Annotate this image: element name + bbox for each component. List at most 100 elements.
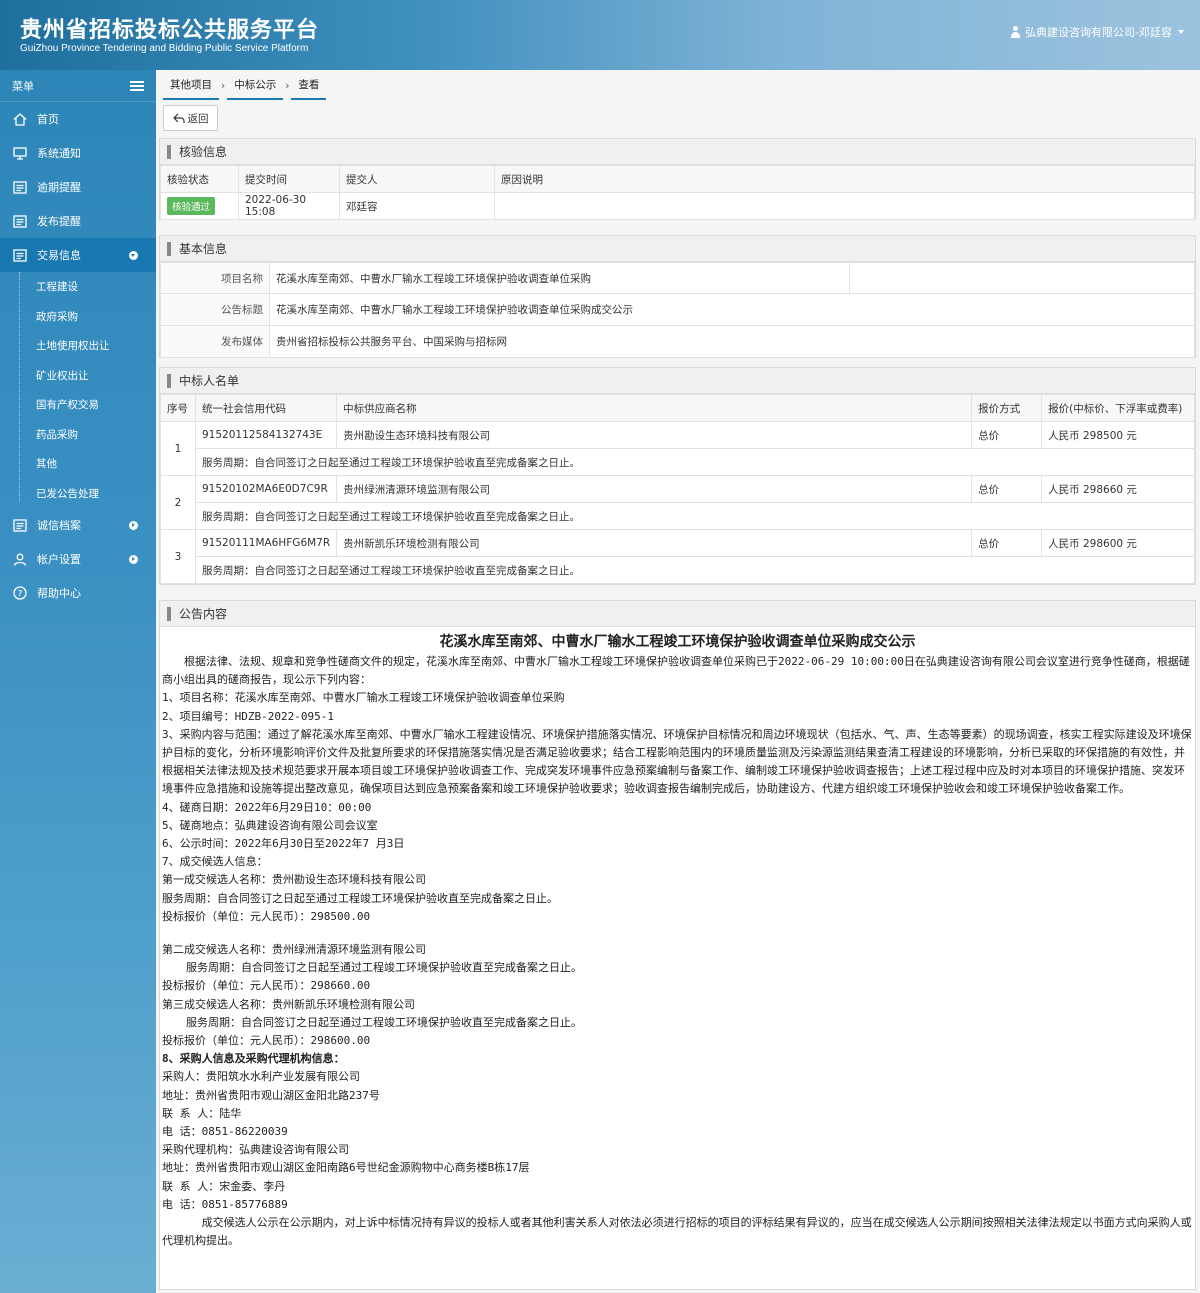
panel-title: 核验信息 (179, 145, 228, 159)
list-icon (12, 248, 28, 262)
sidebar-item-label: 逾期提醒 (37, 181, 81, 194)
notice-heading: 花溪水库至南郊、中曹水厂输水工程竣工环境保护验收调查单位采购成交公示 (439, 634, 916, 650)
submenu-item-drug[interactable]: 药品采购 (20, 420, 156, 450)
breadcrumb-separator: › (221, 80, 226, 92)
column-header: 提交时间 (238, 165, 340, 193)
basic-info-table: 项目名称 花溪水库至南郊、中曹水厂输水工程竣工环境保护验收调查单位采购 公告标题… (160, 262, 1195, 358)
back-icon (172, 113, 185, 123)
notice-panel: 公告内容 花溪水库至南郊、中曹水厂输水工程竣工环境保护验收调查单位采购成交公示 … (159, 600, 1196, 1290)
candidate-2-price: 投标报价（单位：元人民币）：298660.00 (162, 979, 371, 993)
table-row: 服务周期：自合同签订之日起至通过工程竣工环境保护验收直至完成备案之日止。 (161, 556, 1195, 584)
submenu-item-other[interactable]: 其他 (20, 449, 156, 479)
quote-method: 总价 (971, 529, 1043, 557)
service-period: 服务周期：自合同签订之日起至通过工程竣工环境保护验收直至完成备案之日止。 (195, 502, 1195, 530)
breadcrumb-item[interactable]: 其他项目 (163, 77, 219, 100)
quote-price: 人民币 298600 元 (1041, 529, 1195, 557)
panel-header: 基本信息 (160, 236, 1195, 262)
user-icon (1010, 26, 1021, 38)
column-header: 核验状态 (160, 165, 239, 193)
sidebar-item-label: 系统通知 (37, 147, 81, 160)
supplier-name: 贵州新凯乐环境检测有限公司 (336, 529, 973, 557)
verify-panel: 核验信息 核验状态 提交时间 提交人 原因说明 核验通过 2022-06-30 … (159, 138, 1196, 220)
quote-method: 总价 (971, 475, 1043, 503)
sidebar-item-label: 诚信档案 (37, 519, 81, 532)
top-header: 贵州省招标投标公共服务平台 GuiZhou Province Tendering… (0, 0, 1200, 70)
sidebar-item-label: 发布提醒 (37, 215, 81, 228)
sidebar-item-help[interactable]: ? 帮助中心 (0, 576, 156, 610)
sidebar-item-label: 帐户设置 (37, 553, 81, 566)
sidebar: 菜单 首页 系统通知 逾期提醒 发布提醒 交易信息 工程建设 政府采购 土地使用… (0, 70, 156, 1293)
notice-item-1: 1、项目名称：花溪水库至南郊、中曹水厂输水工程竣工环境保护验收调查单位采购 (162, 691, 565, 705)
chevron-right-icon (129, 520, 138, 530)
column-header: 序号 (160, 394, 196, 422)
candidate-2-name: 第二成交候选人名称：贵州绿洲清源环境监测有限公司 (162, 943, 426, 957)
home-icon (12, 112, 28, 126)
column-header: 原因说明 (494, 165, 1195, 193)
quote-price: 人民币 298660 元 (1041, 475, 1195, 503)
back-button[interactable]: 返回 (163, 105, 218, 131)
trade-submenu: 工程建设 政府采购 土地使用权出让 矿业权出让 国有产权交易 药品采购 其他 已… (0, 272, 156, 508)
service-period: 服务周期：自合同签订之日起至通过工程竣工环境保护验收直至完成备案之日止。 (195, 448, 1195, 476)
hamburger-icon[interactable] (130, 80, 144, 91)
supplier-name: 贵州绿洲清源环境监测有限公司 (336, 475, 973, 503)
buyer-phone: 电 话：0851-86220039 (162, 1125, 288, 1139)
column-header: 报价(中标价、下浮率或费率) (1041, 394, 1195, 422)
reason (494, 192, 1195, 220)
notice-item-6: 6、公示时间：2022年6月30日至2022年7 月3日 (162, 837, 405, 851)
column-header: 中标供应商名称 (336, 394, 973, 422)
breadcrumb: 其他项目 › 中标公示 › 查看 (163, 70, 327, 100)
notice-body: 花溪水库至南郊、中曹水厂输水工程竣工环境保护验收调查单位采购成交公示 根据法律、… (160, 627, 1195, 1261)
submenu-item-gov-purchase[interactable]: 政府采购 (20, 302, 156, 332)
breadcrumb-item[interactable]: 中标公示 (227, 77, 284, 100)
sidebar-item-account[interactable]: 帐户设置 (0, 542, 156, 576)
sidebar-item-label: 帮助中心 (37, 587, 81, 600)
service-period: 服务周期：自合同签订之日起至通过工程竣工环境保护验收直至完成备案之日止。 (195, 556, 1195, 584)
status-badge: 核验通过 (167, 197, 216, 215)
chevron-down-icon (1178, 30, 1184, 34)
user-name: 弘典建设咨询有限公司-邓廷容 (1025, 26, 1172, 39)
row-number: 2 (160, 475, 196, 530)
verify-status-cell: 核验通过 (160, 192, 239, 220)
notice-item-8: 8、采购人信息及采购代理机构信息： (162, 1052, 345, 1066)
sidebar-item-publish[interactable]: 发布提醒 (0, 204, 156, 238)
user-menu[interactable]: 弘典建设咨询有限公司-邓廷容 (1010, 24, 1184, 40)
empty-cell (849, 262, 1195, 294)
submenu-item-state-property[interactable]: 国有产权交易 (20, 390, 156, 420)
column-header: 提交人 (339, 165, 495, 193)
chevron-right-icon (129, 554, 138, 564)
publish-media: 贵州省招标投标公共服务平台、中国采购与招标网 (269, 325, 1195, 358)
submenu-item-mining[interactable]: 矿业权出让 (20, 361, 156, 391)
sidebar-item-label: 首页 (37, 113, 59, 126)
field-label: 项目名称 (160, 262, 270, 294)
notice-item-5: 5、磋商地点：弘典建设咨询有限公司会议室 (162, 818, 378, 832)
submenu-item-engineering[interactable]: 工程建设 (20, 272, 156, 302)
buyer-name: 采购人：贵阳筑水水利产业发展有限公司 (162, 1070, 360, 1084)
user-icon (12, 552, 28, 566)
table-row: 服务周期：自合同签订之日起至通过工程竣工环境保护验收直至完成备案之日止。 (161, 502, 1195, 530)
notice-intro: 根据法律、法规、规章和竞争性磋商文件的规定，花溪水库至南郊、中曹水厂输水工程竣工… (162, 655, 1190, 687)
column-header: 统一社会信用代码 (194, 394, 338, 422)
sidebar-item-overdue[interactable]: 逾期提醒 (0, 170, 156, 204)
basic-info-panel: 基本信息 项目名称 花溪水库至南郊、中曹水厂输水工程竣工环境保护验收调查单位采购… (159, 235, 1196, 358)
sidebar-item-notice[interactable]: 系统通知 (0, 136, 156, 170)
agent-contact: 联 系 人：宋金委、李丹 (162, 1179, 286, 1193)
sidebar-item-home[interactable]: 首页 (0, 102, 156, 136)
breadcrumb-item-current[interactable]: 查看 (291, 77, 327, 100)
sidebar-item-trade[interactable]: 交易信息 (0, 238, 156, 272)
candidate-3-service: 服务周期：自合同签订之日起至通过工程竣工环境保护验收直至完成备案之日止。 (186, 1015, 582, 1029)
winners-table: 序号 统一社会信用代码 中标供应商名称 报价方式 报价(中标价、下浮率或费率) … (160, 394, 1195, 584)
table-row: 服务周期：自合同签订之日起至通过工程竣工环境保护验收直至完成备案之日止。 (161, 448, 1195, 476)
submenu-item-land[interactable]: 土地使用权出让 (20, 331, 156, 361)
notice-item-2: 2、项目编号：HDZB-2022-095-1 (162, 709, 334, 723)
back-button-label: 返回 (187, 112, 209, 125)
notice-title-field: 花溪水库至南郊、中曹水厂输水工程竣工环境保护验收调查单位采购成交公示 (269, 293, 1195, 326)
sidebar-item-credit[interactable]: 诚信档案 (0, 508, 156, 542)
submenu-item-published[interactable]: 已发公告处理 (20, 479, 156, 509)
submitter: 邓廷容 (339, 192, 495, 220)
table-row: 3 91520111MA6HFG6M7R 贵州新凯乐环境检测有限公司 总价 人民… (160, 529, 1195, 584)
candidate-1-service: 服务周期：自合同签订之日起至通过工程竣工环境保护验收直至完成备案之日止。 (162, 891, 558, 905)
table-row: 1 91520112584132743E 贵州勘设生态环境科技有限公司 总价 人… (160, 421, 1195, 476)
row-number: 3 (160, 529, 196, 584)
sidebar-item-label: 交易信息 (37, 249, 81, 262)
